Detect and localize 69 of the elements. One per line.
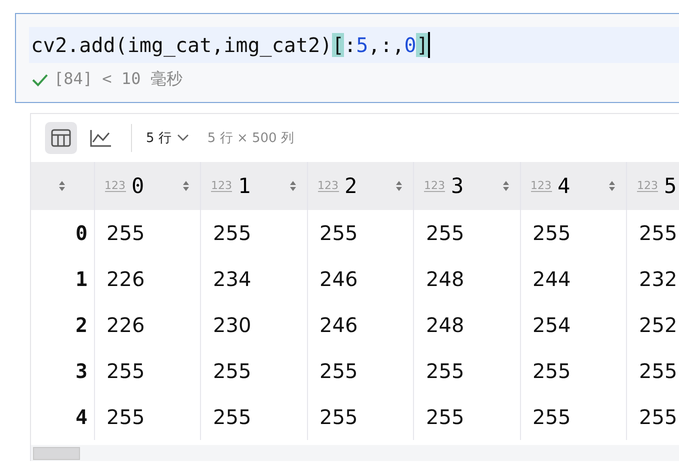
table-cell: 255 bbox=[94, 210, 200, 256]
table-view-button[interactable] bbox=[45, 122, 77, 154]
table-cell: 255 bbox=[414, 210, 520, 256]
table-cell: 255 bbox=[200, 210, 307, 256]
scrollbar-thumb[interactable] bbox=[33, 447, 80, 460]
column-name: 5 bbox=[664, 174, 677, 198]
column-name: 4 bbox=[558, 174, 572, 198]
table-cell: 230 bbox=[200, 302, 307, 348]
sort-icon[interactable] bbox=[395, 180, 403, 192]
table-cell: 252 bbox=[626, 302, 679, 348]
sort-icon[interactable] bbox=[288, 180, 296, 192]
column-header[interactable]: 123 3 bbox=[414, 162, 520, 210]
table-cell: 248 bbox=[414, 256, 520, 302]
column-name: 2 bbox=[344, 174, 358, 198]
table-cell: 255 bbox=[200, 348, 307, 394]
table-cell: 255 bbox=[414, 348, 520, 394]
column-header[interactable]: 123 1 bbox=[200, 162, 307, 210]
row-index: 2 bbox=[31, 302, 94, 348]
row-index: 0 bbox=[31, 210, 94, 256]
table-cell: 248 bbox=[414, 302, 520, 348]
execution-status: [84] < 10 毫秒 bbox=[54, 69, 182, 90]
table-cell: 234 bbox=[200, 256, 307, 302]
sort-icon[interactable] bbox=[58, 180, 66, 192]
table-cell: 246 bbox=[307, 256, 414, 302]
table-cell: 255 bbox=[414, 394, 520, 440]
table-cell: 244 bbox=[520, 256, 626, 302]
row-index: 3 bbox=[31, 348, 94, 394]
row-index: 1 bbox=[31, 256, 94, 302]
column-header[interactable]: 123 4 bbox=[520, 162, 626, 210]
table-cell: 226 bbox=[94, 256, 200, 302]
sort-icon[interactable] bbox=[182, 180, 190, 192]
column-type: 123 bbox=[318, 180, 338, 192]
column-name: 3 bbox=[451, 174, 465, 198]
sort-icon[interactable] bbox=[608, 180, 616, 192]
column-type: 123 bbox=[637, 180, 658, 192]
column-type: 123 bbox=[530, 180, 552, 192]
table-cell: 255 bbox=[626, 394, 679, 440]
table-cell: 246 bbox=[307, 302, 414, 348]
dimensions-label: 5 行 × 500 列 bbox=[207, 130, 294, 147]
table-cell: 255 bbox=[307, 394, 414, 440]
table-icon bbox=[51, 129, 71, 147]
column-type: 123 bbox=[424, 180, 445, 192]
table-cell: 254 bbox=[520, 302, 626, 348]
table-cell: 255 bbox=[520, 210, 626, 256]
chevron-down-icon bbox=[177, 134, 190, 142]
column-name: 1 bbox=[238, 174, 252, 198]
table-cell: 255 bbox=[307, 348, 414, 394]
table-cell: 255 bbox=[94, 348, 200, 394]
table-cell: 255 bbox=[94, 394, 200, 440]
sort-icon[interactable] bbox=[502, 180, 510, 192]
line-chart-icon bbox=[90, 129, 112, 147]
row-index: 4 bbox=[31, 394, 94, 440]
column-header[interactable]: 123 2 bbox=[307, 162, 414, 210]
table-cell: 226 bbox=[94, 302, 200, 348]
table-cell: 255 bbox=[200, 394, 307, 440]
column-type: 123 bbox=[211, 180, 232, 192]
table-cell: 255 bbox=[520, 394, 626, 440]
table-cell: 255 bbox=[520, 348, 626, 394]
column-type: 123 bbox=[104, 180, 126, 192]
horizontal-scrollbar[interactable] bbox=[31, 445, 679, 461]
table-cell: 255 bbox=[626, 348, 679, 394]
row-count-dropdown[interactable]: 5 行 bbox=[146, 129, 190, 147]
table-cell: 255 bbox=[307, 210, 414, 256]
column-header[interactable]: 123 0 bbox=[94, 162, 200, 210]
table-cell: 255 bbox=[626, 210, 679, 256]
column-name: 0 bbox=[132, 174, 146, 198]
text-cursor bbox=[428, 32, 430, 58]
table-cell: 232 bbox=[626, 256, 679, 302]
column-header[interactable]: 123 5 bbox=[626, 162, 679, 210]
